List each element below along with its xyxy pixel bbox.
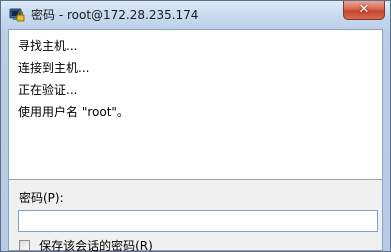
window-title: 密码 - root@172.28.235.174: [31, 8, 199, 22]
password-input[interactable]: [18, 210, 378, 232]
password-dialog: 密码 - root@172.28.235.174 ✕ 寻找主机... 连接到主机…: [0, 0, 391, 252]
save-password-option[interactable]: 保存该会话的密码(R): [19, 238, 153, 251]
password-label: 密码(P):: [19, 191, 64, 205]
terminal-lock-icon: [9, 8, 25, 22]
close-button[interactable]: ✕: [343, 1, 385, 20]
dialog-body: 寻找主机... 连接到主机... 正在验证... 使用用户名 "root"。 密…: [8, 29, 383, 251]
log-line: 寻找主机...: [18, 39, 78, 53]
connection-log[interactable]: 寻找主机... 连接到主机... 正在验证... 使用用户名 "root"。: [9, 30, 382, 180]
log-line: 正在验证...: [18, 83, 78, 97]
save-password-label[interactable]: 保存该会话的密码(R): [39, 238, 153, 251]
log-line: 使用用户名 "root"。: [18, 105, 129, 119]
log-line: 连接到主机...: [18, 61, 90, 75]
title-bar[interactable]: 密码 - root@172.28.235.174 ✕: [1, 1, 390, 29]
save-password-checkbox[interactable]: [19, 240, 30, 251]
